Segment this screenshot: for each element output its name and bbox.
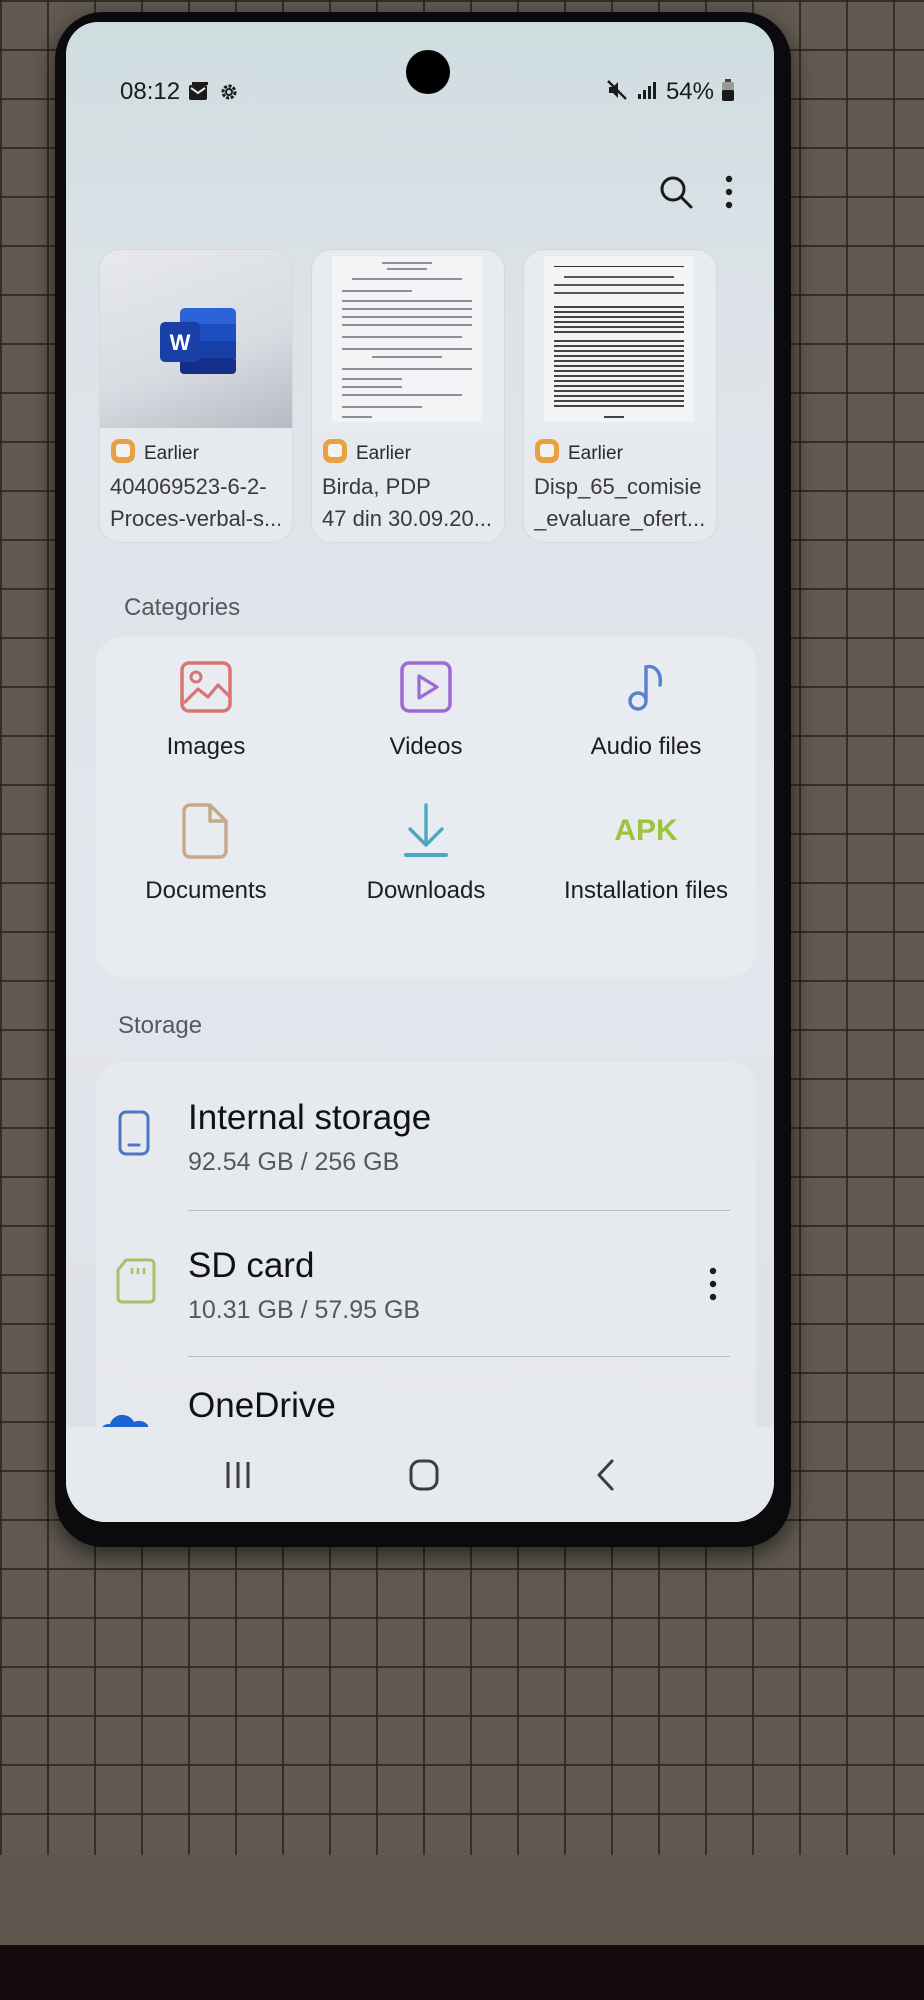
- storage-size: 92.54 GB / 256 GB: [188, 1148, 400, 1176]
- battery-icon: [722, 78, 734, 106]
- file-thumbnail: W: [100, 250, 292, 428]
- tag-icon: [534, 438, 560, 469]
- file-name-line2: 47 din 30.09.20...: [322, 506, 492, 531]
- status-bar: 08:12 54%: [120, 72, 734, 112]
- file-name-line1: Birda, PDP: [322, 474, 431, 499]
- category-label: Downloads: [366, 877, 486, 904]
- music-note-icon: [616, 657, 676, 717]
- table-surface: [0, 1945, 924, 2000]
- mute-icon: [606, 79, 628, 106]
- storage-name: SD card: [188, 1246, 315, 1285]
- file-name-line2: _evaluare_ofert...: [534, 506, 704, 531]
- category-images[interactable]: Images: [96, 657, 316, 761]
- recent-apps-icon[interactable]: [222, 1459, 254, 1491]
- phone-screen: 08:12 54% W Earlier 404069523-6-2- Proce…: [66, 22, 774, 1522]
- apk-icon: APK: [614, 801, 678, 861]
- category-label: Images: [166, 733, 246, 760]
- video-icon: [396, 657, 456, 717]
- file-tag: Earlier: [356, 442, 411, 464]
- tag-icon: [110, 438, 136, 469]
- sd-card-more-icon[interactable]: [708, 1266, 718, 1302]
- storage-internal[interactable]: Internal storage 92.54 GB / 256 GB: [96, 1062, 756, 1202]
- email-notification-icon: [188, 82, 210, 102]
- status-time: 08:12: [120, 78, 181, 105]
- more-options-icon[interactable]: [724, 174, 734, 210]
- category-videos[interactable]: Videos: [316, 657, 536, 761]
- storage-panel: Internal storage 92.54 GB / 256 GB SD ca…: [96, 1062, 756, 1452]
- paper-edge: [0, 1855, 924, 1945]
- image-icon: [176, 657, 236, 717]
- recent-file-card[interactable]: W Earlier 404069523-6-2- Proces-verbal-s…: [100, 250, 292, 542]
- category-documents[interactable]: Documents: [96, 801, 316, 905]
- file-tag: Earlier: [144, 442, 199, 464]
- toolbar: [658, 174, 734, 210]
- battery-percent: 54%: [665, 78, 714, 105]
- storage-title: Storage: [118, 1012, 203, 1039]
- file-name-line2: Proces-verbal-s...: [110, 506, 280, 531]
- back-icon[interactable]: [594, 1458, 618, 1492]
- navigation-bar: [66, 1427, 774, 1522]
- recent-file-card[interactable]: Earlier Disp_65_comisie _evaluare_ofert.…: [524, 250, 716, 542]
- settings-gear-icon: [218, 81, 240, 103]
- document-preview: [544, 256, 694, 422]
- document-icon: [176, 801, 236, 861]
- signal-icon: [636, 79, 658, 106]
- word-document-icon: W: [160, 308, 236, 381]
- category-installation-files[interactable]: APK Installation files: [536, 801, 756, 905]
- document-preview: [332, 256, 482, 422]
- file-thumbnail: [312, 250, 504, 428]
- categories-title: Categories: [124, 594, 241, 621]
- file-name-line1: 404069523-6-2-: [110, 474, 267, 499]
- category-audio[interactable]: Audio files: [536, 657, 756, 761]
- category-label: Audio files: [590, 733, 702, 760]
- search-icon[interactable]: [658, 174, 694, 210]
- home-icon[interactable]: [407, 1458, 441, 1492]
- category-label: Installation files: [563, 877, 729, 904]
- file-tag: Earlier: [568, 442, 623, 464]
- recent-file-card[interactable]: Earlier Birda, PDP 47 din 30.09.20...: [312, 250, 504, 542]
- storage-name: OneDrive: [188, 1386, 336, 1425]
- recent-files: W Earlier 404069523-6-2- Proces-verbal-s…: [100, 250, 716, 542]
- category-downloads[interactable]: Downloads: [316, 801, 536, 905]
- category-label: Videos: [389, 733, 463, 760]
- storage-name: Internal storage: [188, 1098, 432, 1137]
- sd-card-icon: [116, 1258, 156, 1309]
- categories-panel: Images Videos Audio files Documents Down…: [96, 637, 756, 977]
- apk-text: APK: [614, 814, 678, 847]
- storage-size: 10.31 GB / 57.95 GB: [188, 1296, 421, 1324]
- file-name-line1: Disp_65_comisie: [534, 474, 702, 499]
- phone-icon: [118, 1110, 150, 1161]
- tag-icon: [322, 438, 348, 469]
- file-thumbnail: [524, 250, 716, 428]
- svg-text:W: W: [170, 330, 191, 355]
- storage-sd-card[interactable]: SD card 10.31 GB / 57.95 GB: [96, 1210, 756, 1350]
- category-label: Documents: [145, 877, 267, 904]
- download-icon: [396, 801, 456, 861]
